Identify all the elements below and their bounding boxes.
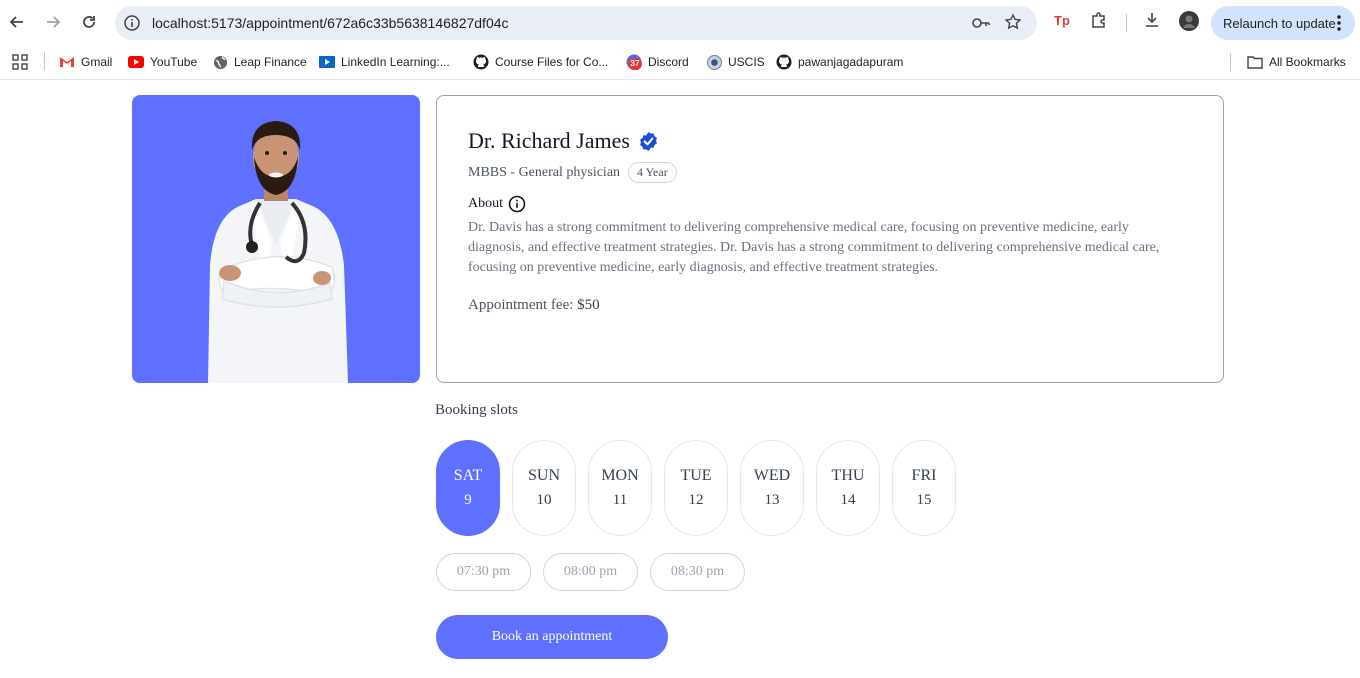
relaunch-label: Relaunch to update	[1223, 16, 1336, 31]
toolbar-divider	[1126, 14, 1127, 32]
svg-text:Tp: Tp	[1054, 13, 1070, 28]
doctor-name-row: Dr. Richard James	[468, 128, 659, 154]
discord-icon: 37	[626, 54, 642, 70]
bookmark-star-icon[interactable]	[1004, 13, 1022, 36]
all-bookmarks-label: All Bookmarks	[1269, 55, 1346, 69]
doctor-degree-row: MBBS - General physician 4 Year	[468, 162, 677, 183]
day-name: TUE	[680, 467, 712, 484]
discord-badge: 37	[628, 58, 642, 70]
time-slot[interactable]: 07:30 pm	[436, 553, 531, 591]
youtube-icon	[128, 54, 144, 70]
day-name: SAT	[453, 467, 483, 484]
day-slot-sat[interactable]: SAT 9	[436, 440, 500, 536]
day-name: FRI	[911, 467, 937, 484]
doctor-info-card: Dr. Richard James MBBS - General physici…	[436, 95, 1224, 383]
day-name: SUN	[527, 467, 560, 484]
day-slot-thu[interactable]: THU 14	[816, 440, 880, 536]
bookmark-leap-finance[interactable]: Leap Finance	[212, 53, 307, 71]
bookmark-pawanjagadapuram[interactable]: pawanjagadapuram	[776, 53, 903, 71]
extension-tp-icon[interactable]: Tp	[1054, 11, 1072, 34]
back-icon[interactable]	[6, 11, 28, 33]
about-label: About	[468, 196, 503, 211]
day-slot-wed[interactable]: WED 13	[740, 440, 804, 536]
uscis-icon	[706, 54, 722, 70]
booking-slots-title: Booking slots	[435, 402, 518, 418]
bookmark-course-files[interactable]: Course Files for Co...	[473, 53, 608, 71]
day-name: THU	[831, 467, 865, 484]
reload-icon[interactable]	[78, 11, 100, 33]
github-icon	[776, 54, 792, 70]
experience-badge: 4 Year	[628, 162, 677, 183]
browser-toolbar: localhost:5173/appointment/672a6c33b5638…	[0, 0, 1360, 45]
day-date: 10	[536, 492, 552, 508]
bookmark-label: Discord	[648, 55, 689, 69]
fee-value: $50	[577, 297, 600, 313]
day-date: 11	[612, 492, 628, 508]
day-date: 12	[688, 492, 704, 508]
bookmark-discord[interactable]: 37 Discord	[626, 53, 689, 71]
doctor-degree: MBBS - General physician	[468, 164, 621, 180]
appointment-fee: Appointment fee: $50	[468, 297, 600, 314]
site-info-icon[interactable]	[123, 14, 141, 37]
more-menu-icon[interactable]	[1337, 15, 1341, 34]
bookmark-label: pawanjagadapuram	[798, 55, 904, 69]
book-appointment-button[interactable]: Book an appointment	[436, 615, 668, 659]
bookmark-youtube[interactable]: YouTube	[128, 53, 197, 71]
day-name: MON	[601, 467, 639, 484]
bookmarks-bar: Gmail YouTube Leap Finance LinkedIn Lear…	[0, 45, 1360, 80]
about-text: Dr. Davis has a strong commitment to del…	[468, 220, 1160, 275]
bookmark-label: Course Files for Co...	[495, 55, 609, 69]
verified-badge-icon	[638, 131, 659, 152]
bookmarks-divider	[44, 52, 45, 70]
download-icon[interactable]	[1143, 11, 1161, 34]
info-icon	[508, 195, 526, 213]
bookmark-uscis[interactable]: USCIS	[706, 53, 765, 71]
profile-avatar-icon[interactable]	[1179, 11, 1199, 36]
gmail-icon	[59, 54, 75, 70]
time-slot[interactable]: 08:00 pm	[543, 553, 638, 591]
time-slot[interactable]: 08:30 pm	[650, 553, 745, 591]
day-name: WED	[753, 467, 791, 484]
github-icon	[473, 54, 489, 70]
day-slot-sun[interactable]: SUN 10	[512, 440, 576, 536]
apps-grid-icon[interactable]	[12, 53, 28, 71]
day-date: 15	[916, 492, 932, 508]
bookmark-gmail[interactable]: Gmail	[59, 53, 112, 71]
fee-label: Appointment fee:	[468, 297, 578, 313]
extensions-puzzle-icon[interactable]	[1090, 11, 1108, 34]
globe-icon	[212, 54, 228, 70]
day-slot-mon[interactable]: MON 11	[588, 440, 652, 536]
bookmarks-divider	[1230, 53, 1231, 71]
day-date: 14	[840, 492, 856, 508]
day-slot-fri[interactable]: FRI 15	[892, 440, 956, 536]
all-bookmarks-button[interactable]: All Bookmarks	[1247, 53, 1346, 71]
day-date: 9	[464, 492, 472, 508]
relaunch-button[interactable]: Relaunch to update	[1211, 6, 1355, 40]
bookmark-label: LinkedIn Learning:...	[341, 55, 450, 69]
bookmark-label: Gmail	[81, 55, 113, 69]
day-date: 13	[764, 492, 780, 508]
linkedin-learning-icon	[319, 54, 335, 70]
url-text[interactable]: localhost:5173/appointment/672a6c33b5638…	[152, 15, 509, 31]
address-bar[interactable]: localhost:5173/appointment/672a6c33b5638…	[115, 6, 1037, 40]
about-heading: About	[468, 195, 526, 213]
bookmark-label: USCIS	[728, 55, 765, 69]
day-slot-tue[interactable]: TUE 12	[664, 440, 728, 536]
doctor-name: Dr. Richard James	[468, 128, 630, 153]
bookmark-label: YouTube	[150, 55, 198, 69]
forward-icon[interactable]	[42, 11, 64, 33]
folder-icon	[1247, 54, 1263, 70]
doctor-photo	[132, 95, 420, 383]
bookmark-label: Leap Finance	[234, 55, 307, 69]
password-key-icon[interactable]	[971, 15, 991, 36]
bookmark-linkedin-learning[interactable]: LinkedIn Learning:...	[319, 53, 450, 71]
